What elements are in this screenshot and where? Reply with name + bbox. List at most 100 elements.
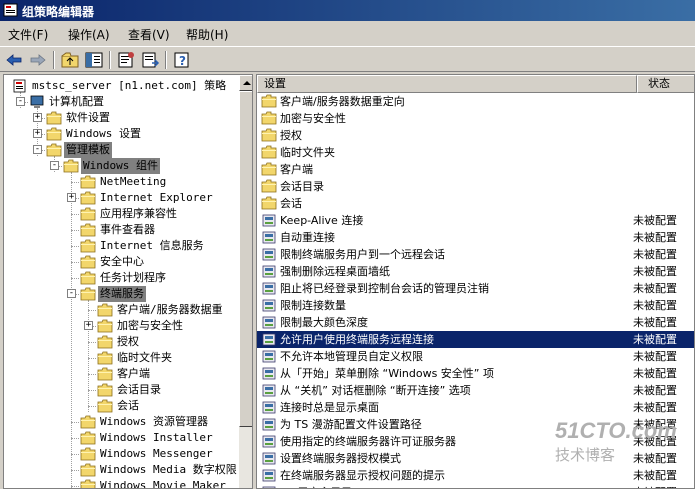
- list-folder-item[interactable]: 客户端/服务器数据重定向: [257, 93, 694, 110]
- expand-icon[interactable]: +: [33, 113, 42, 122]
- up-folder-icon[interactable]: [60, 50, 80, 70]
- tree-node[interactable]: + Windows 设置: [4, 126, 239, 142]
- list-policy-item[interactable]: 限制连接数量 未被配置: [257, 297, 694, 314]
- tree-node[interactable]: Windows 资源管理器: [4, 414, 239, 430]
- tree-node-label: 安全中心: [100, 255, 144, 268]
- tree-node-label: 任务计划程序: [100, 271, 166, 284]
- tree-node[interactable]: - 终端服务: [4, 286, 239, 302]
- setting-name: 从 “关机” 对话框删除 “断开连接” 选项: [280, 384, 471, 397]
- list-policy-item[interactable]: 允许用户使用终端服务远程连接 未被配置: [257, 331, 694, 348]
- tree-node[interactable]: Windows Messenger: [4, 446, 239, 462]
- scroll-up-button[interactable]: [239, 75, 252, 91]
- tree-node[interactable]: - 管理模板: [4, 142, 239, 158]
- toolbar-separator: [165, 51, 167, 69]
- tree-node[interactable]: Windows Installer: [4, 430, 239, 446]
- computer-icon: [29, 95, 45, 109]
- tree-node[interactable]: 应用程序兼容性: [4, 206, 239, 222]
- menu-file[interactable]: 文件(F): [8, 26, 48, 43]
- tree-node[interactable]: NetMeeting: [4, 174, 239, 190]
- expand-icon[interactable]: +: [33, 129, 42, 138]
- tree-node[interactable]: - 计算机配置: [4, 94, 239, 110]
- tree-node-label: 加密与安全性: [117, 319, 183, 332]
- help-icon[interactable]: ?: [172, 50, 192, 70]
- tree-node[interactable]: Windows Movie Maker: [4, 478, 239, 488]
- list-folder-item[interactable]: 临时文件夹: [257, 144, 694, 161]
- tree-node[interactable]: 事件查看器: [4, 222, 239, 238]
- tree-node[interactable]: 临时文件夹: [4, 350, 239, 366]
- list-policy-item[interactable]: 从「开始」菜单删除 “Windows 安全性” 项 未被配置: [257, 365, 694, 382]
- list-policy-item[interactable]: 自动重连接 未被配置: [257, 229, 694, 246]
- tree-node[interactable]: mstsc_server [n1.net.com] 策略: [4, 78, 239, 94]
- tree-node-label: Windows Messenger: [100, 447, 213, 460]
- tree-node[interactable]: 任务计划程序: [4, 270, 239, 286]
- setting-state: 未被配置: [633, 214, 677, 227]
- setting-name: Keep-Alive 连接: [280, 214, 364, 227]
- folder-icon: [261, 179, 277, 194]
- tree-node[interactable]: 客户端/服务器数据重: [4, 302, 239, 318]
- show-tree-icon[interactable]: [84, 50, 104, 70]
- tree-node[interactable]: + 软件设置: [4, 110, 239, 126]
- tree-node[interactable]: 安全中心: [4, 254, 239, 270]
- expand-icon[interactable]: +: [84, 321, 93, 330]
- policy-setting-icon: [261, 417, 277, 432]
- tree-node[interactable]: Internet 信息服务: [4, 238, 239, 254]
- tree-node-label: 终端服务: [98, 286, 146, 302]
- list-policy-item[interactable]: 不允许本地管理员自定义权限 未被配置: [257, 348, 694, 365]
- list-policy-item[interactable]: 在终端服务器显示授权问题的提示 未被配置: [257, 467, 694, 484]
- collapse-icon[interactable]: -: [33, 145, 42, 154]
- collapse-icon[interactable]: -: [50, 161, 59, 170]
- list-policy-item[interactable]: 从 “关机” 对话框删除 “断开连接” 选项 未被配置: [257, 382, 694, 399]
- folder-icon: [46, 143, 62, 157]
- list-folder-item[interactable]: 客户端: [257, 161, 694, 178]
- setting-name: 客户端: [280, 163, 313, 176]
- list-policy-item[interactable]: 设置终端服务器授权模式 未被配置: [257, 450, 694, 467]
- setting-name: 授权: [280, 129, 302, 142]
- list-folder-item[interactable]: 会话目录: [257, 178, 694, 195]
- scroll-thumb[interactable]: [239, 91, 252, 427]
- tree-node-label: 客户端: [117, 367, 150, 380]
- tree-pane[interactable]: mstsc_server [n1.net.com] 策略 - 计算机配置 + 软件设置 +…: [3, 74, 253, 489]
- menu-action[interactable]: 操作(A): [68, 26, 110, 43]
- setting-name: 会话目录: [280, 180, 324, 193]
- list-policy-item[interactable]: 限制终端服务用户到一个远程会话 未被配置: [257, 246, 694, 263]
- expand-icon[interactable]: +: [67, 193, 76, 202]
- list-policy-item[interactable]: TS 用户主目录 未被配置: [257, 484, 694, 488]
- setting-name: 限制连接数量: [280, 299, 346, 312]
- forward-icon[interactable]: [28, 50, 48, 70]
- properties-icon[interactable]: [116, 50, 136, 70]
- tree-node[interactable]: 客户端: [4, 366, 239, 382]
- list-policy-item[interactable]: 连接时总是显示桌面 未被配置: [257, 399, 694, 416]
- title-bar[interactable]: 组策略编辑器: [0, 0, 695, 21]
- collapse-icon[interactable]: -: [67, 289, 76, 298]
- list-policy-item[interactable]: 限制最大颜色深度 未被配置: [257, 314, 694, 331]
- column-header-setting[interactable]: 设置: [257, 75, 637, 93]
- menu-help[interactable]: 帮助(H): [186, 26, 228, 43]
- folder-icon: [261, 111, 277, 126]
- folder-icon: [261, 145, 277, 160]
- list-folder-item[interactable]: 加密与安全性: [257, 110, 694, 127]
- list-policy-item[interactable]: 使用指定的终端服务器许可证服务器 未被配置: [257, 433, 694, 450]
- list-folder-item[interactable]: 授权: [257, 127, 694, 144]
- tree-node[interactable]: Windows Media 数字权限: [4, 462, 239, 478]
- column-header-state[interactable]: 状态: [637, 75, 694, 93]
- tree-scrollbar[interactable]: [239, 75, 252, 488]
- list-policy-item[interactable]: 强制删除远程桌面墙纸 未被配置: [257, 263, 694, 280]
- menu-view[interactable]: 查看(V): [128, 26, 170, 43]
- list-folder-item[interactable]: 会话: [257, 195, 694, 212]
- setting-state: 未被配置: [633, 418, 677, 431]
- list-policy-item[interactable]: 为 TS 漫游配置文件设置路径 未被配置: [257, 416, 694, 433]
- list-policy-item[interactable]: Keep-Alive 连接 未被配置: [257, 212, 694, 229]
- policy-setting-icon: [261, 451, 277, 466]
- list-policy-item[interactable]: 阻止将已经登录到控制台会话的管理员注销 未被配置: [257, 280, 694, 297]
- tree-node[interactable]: + 加密与安全性: [4, 318, 239, 334]
- tree-node[interactable]: 授权: [4, 334, 239, 350]
- tree-node[interactable]: - Windows 组件: [4, 158, 239, 174]
- export-list-icon[interactable]: [140, 50, 160, 70]
- collapse-icon[interactable]: -: [16, 97, 25, 106]
- settings-list[interactable]: 设置 状态 客户端/服务器数据重定向 加密与安全性授权临时文件夹客户端会话目录会话…: [256, 74, 695, 489]
- tree-node[interactable]: 会话目录: [4, 382, 239, 398]
- tree-node[interactable]: 会话: [4, 398, 239, 414]
- toolbar-separator: [53, 51, 55, 69]
- back-icon[interactable]: [4, 50, 24, 70]
- tree-node[interactable]: + Internet Explorer: [4, 190, 239, 206]
